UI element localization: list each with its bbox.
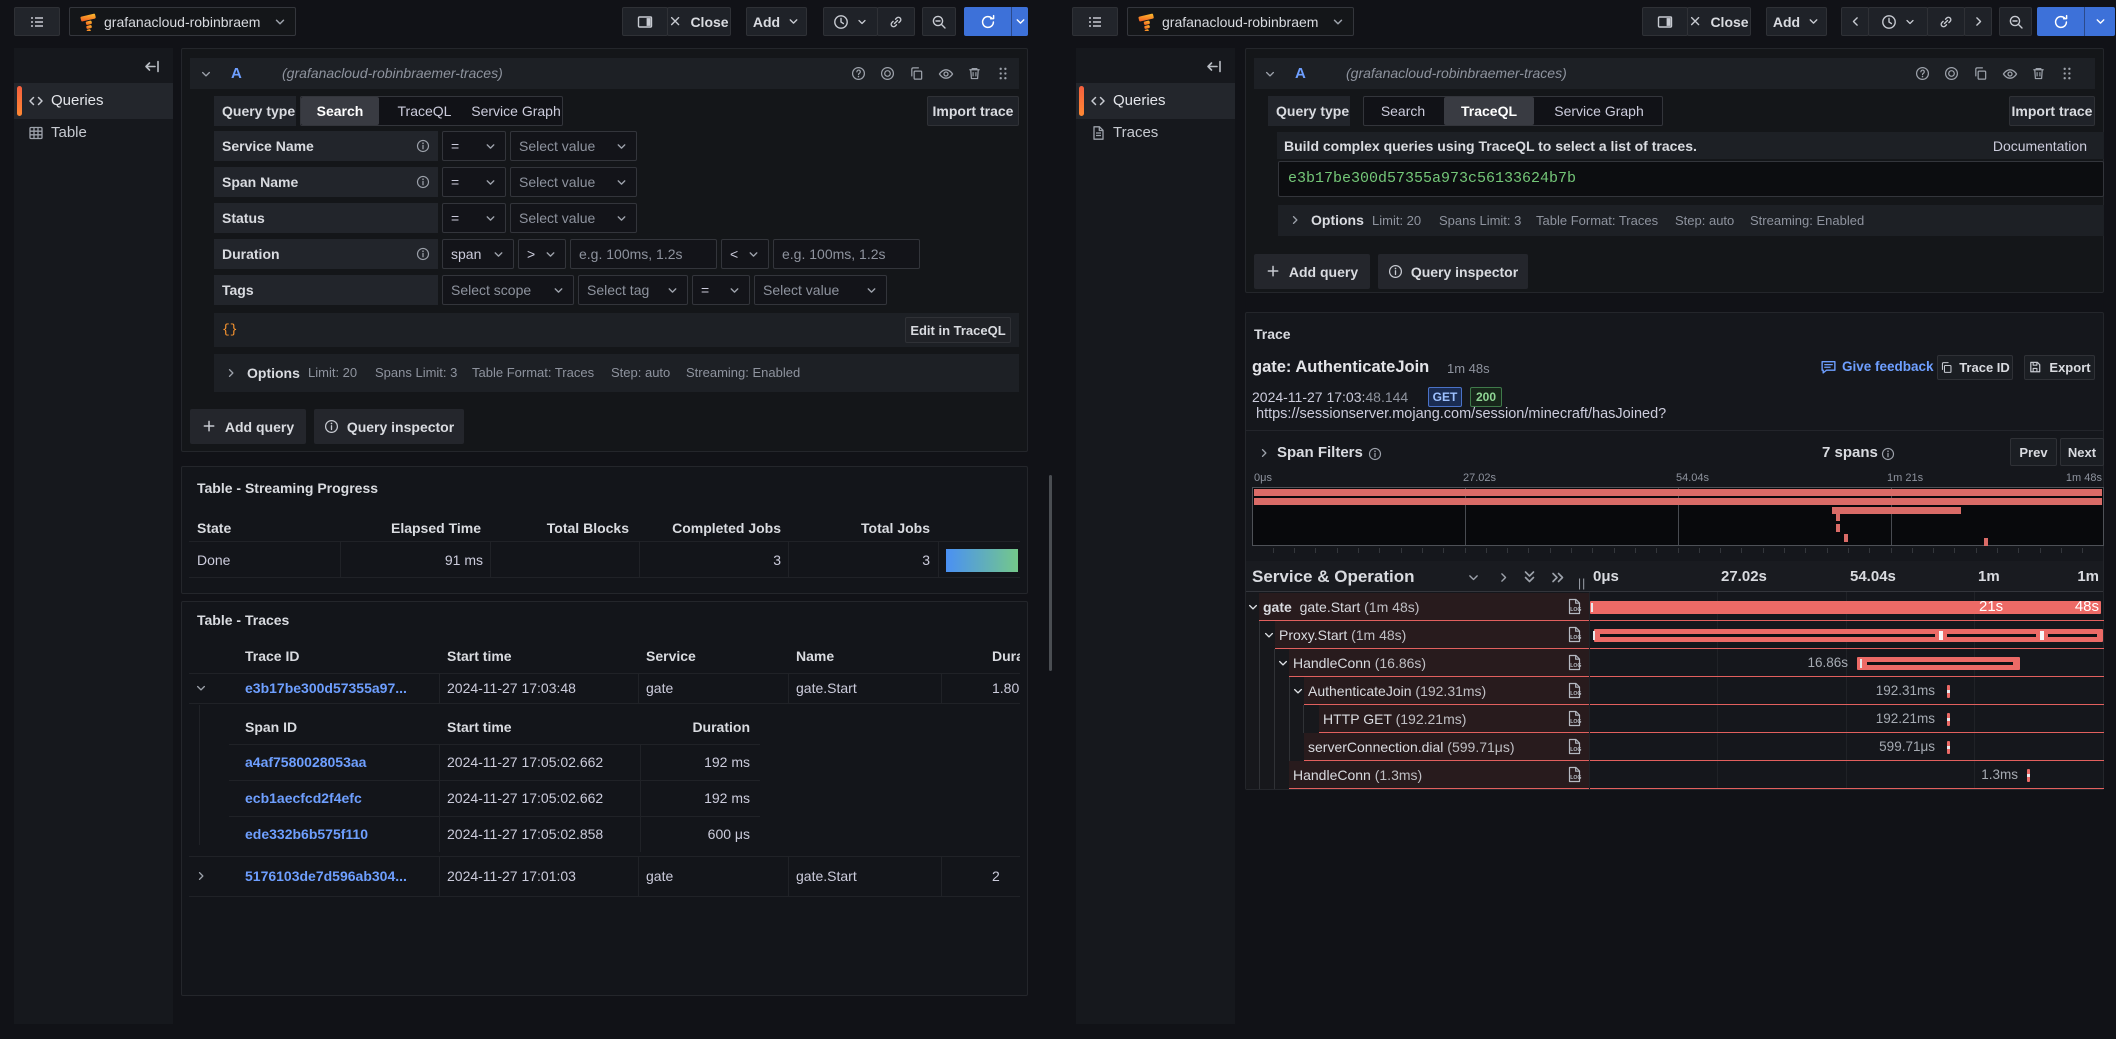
svg-text:LOG: LOG (1570, 607, 1581, 613)
svg-text:LOG: LOG (1570, 775, 1581, 781)
svg-text:LOG: LOG (1570, 719, 1581, 725)
svg-text:LOG: LOG (1570, 747, 1581, 753)
svg-text:LOG: LOG (1570, 663, 1581, 669)
svg-text:LOG: LOG (1570, 635, 1581, 641)
svg-text:LOG: LOG (1570, 691, 1581, 697)
